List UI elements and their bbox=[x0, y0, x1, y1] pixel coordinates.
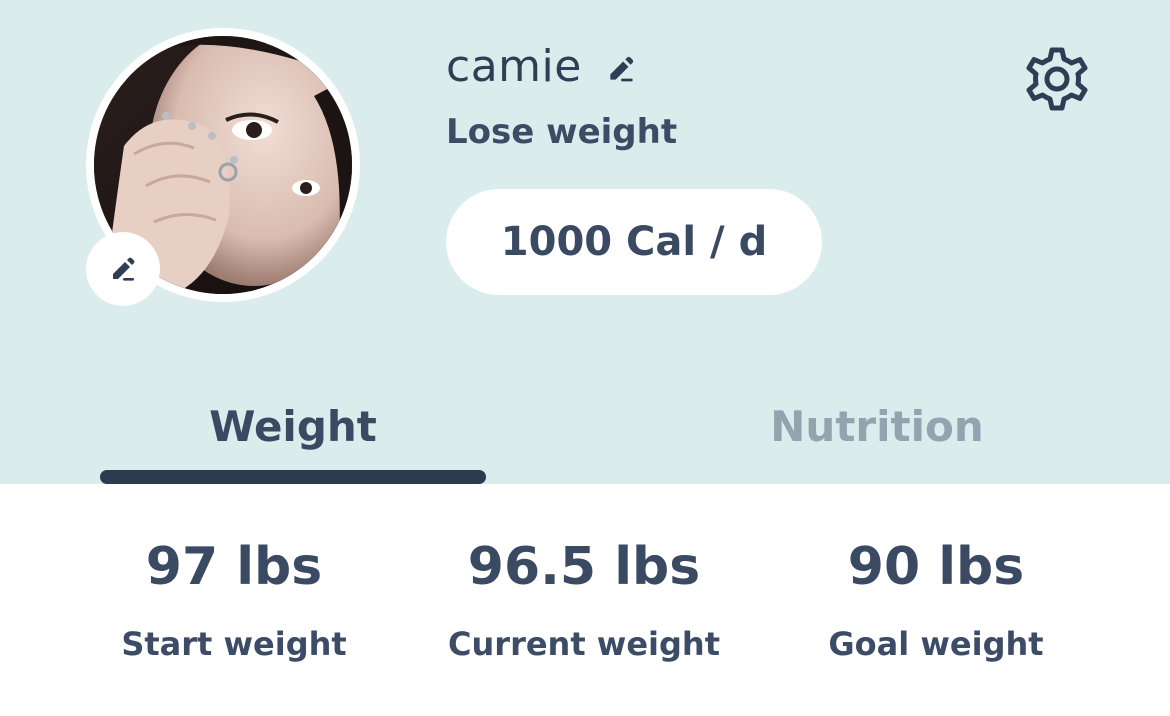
stat-label: Start weight bbox=[121, 625, 347, 663]
tab-nutrition[interactable]: Nutrition bbox=[684, 394, 1070, 458]
start-weight-stat: 97 lbs Start weight bbox=[64, 530, 404, 664]
profile-screen: camie Lose weight 1000 Cal / d Weight Nu… bbox=[0, 0, 1170, 716]
settings-button[interactable] bbox=[1018, 40, 1096, 118]
tab-nutrition-label: Nutrition bbox=[770, 401, 984, 451]
profile-header: camie Lose weight 1000 Cal / d Weight Nu… bbox=[0, 0, 1170, 484]
stat-label: Goal weight bbox=[828, 625, 1044, 663]
current-weight-stat: 96.5 lbs Current weight bbox=[414, 530, 754, 664]
calorie-target-value: 1000 Cal / d bbox=[500, 219, 768, 265]
tab-weight-label: Weight bbox=[209, 401, 377, 451]
pencil-icon bbox=[610, 56, 633, 82]
username-row: camie bbox=[446, 36, 638, 96]
stat-value: 97 lbs bbox=[145, 537, 323, 597]
active-tab-indicator bbox=[100, 470, 486, 484]
username: camie bbox=[446, 40, 582, 92]
goal-label: Lose weight bbox=[446, 112, 678, 152]
stat-value: 90 lbs bbox=[847, 537, 1025, 597]
stat-label: Current weight bbox=[448, 625, 720, 663]
goal-weight-stat: 90 lbs Goal weight bbox=[766, 530, 1106, 664]
pencil-icon bbox=[113, 257, 135, 281]
stat-value: 96.5 lbs bbox=[467, 537, 701, 597]
username-edit-button[interactable] bbox=[604, 52, 638, 86]
tab-weight[interactable]: Weight bbox=[100, 394, 486, 458]
avatar-edit-button[interactable] bbox=[86, 232, 160, 306]
gear-icon bbox=[1026, 47, 1088, 111]
calorie-target-button[interactable]: 1000 Cal / d bbox=[446, 189, 822, 295]
